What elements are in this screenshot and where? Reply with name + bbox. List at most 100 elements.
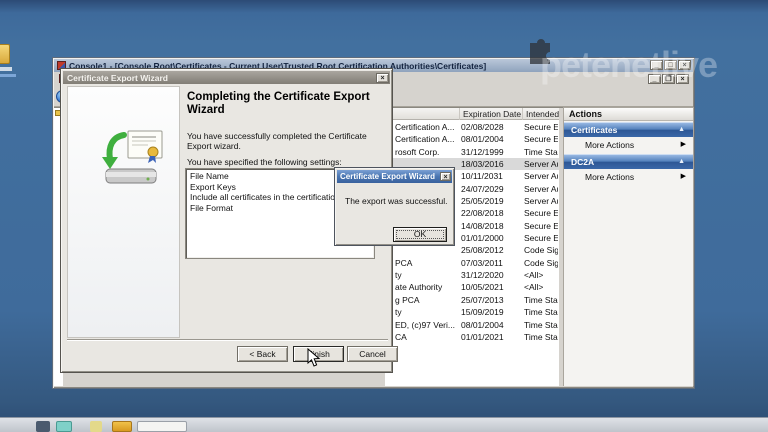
- cell-issued-by: ty: [395, 307, 459, 317]
- certificate-export-graphic-icon: [98, 129, 168, 189]
- table-row[interactable]: CA01/01/2021Time Star: [385, 331, 559, 343]
- cell-intended-purpose: Code Sigr: [524, 258, 558, 268]
- table-row[interactable]: ate Authority10/05/2021<All>: [385, 281, 559, 293]
- cell-issued-by: rosoft Corp.: [395, 147, 459, 157]
- cell-intended-purpose: Server Au: [524, 171, 558, 181]
- table-row[interactable]: PCA07/03/2011Code Sigr: [385, 257, 559, 269]
- cell-expiration-date: 24/07/2029: [461, 184, 521, 194]
- actions-pane: Actions Certificates ▲ More Actions ▶ DC…: [563, 107, 694, 386]
- cell-issued-by: ate Authority: [395, 282, 459, 292]
- wizard-titlebar[interactable]: Certificate Export Wizard ×: [63, 71, 390, 84]
- child-close-icon[interactable]: ×: [676, 74, 689, 84]
- cell-intended-purpose: Secure Er: [524, 122, 558, 132]
- cell-expiration-date: 08/01/2004: [461, 320, 521, 330]
- collapse-icon[interactable]: ▲: [678, 158, 685, 165]
- cell-issued-by: ED, (c)97 Veri...: [395, 320, 459, 330]
- more-actions-label: More Actions: [585, 172, 634, 182]
- back-button[interactable]: < Back: [237, 346, 288, 362]
- cell-expiration-date: 01/01/2000: [461, 233, 521, 243]
- table-row[interactable]: rosoft Corp.31/12/1999Time Star: [385, 146, 559, 158]
- cell-intended-purpose: Server Au: [524, 159, 558, 169]
- table-row[interactable]: ty15/09/2019Time Star: [385, 306, 559, 318]
- cell-issued-by: g PCA: [395, 295, 459, 305]
- cell-expiration-date: 10/05/2021: [461, 282, 521, 292]
- column-expiration-date[interactable]: Expiration Date: [461, 108, 523, 120]
- cell-intended-purpose: Time Star: [524, 147, 558, 157]
- cell-intended-purpose: Time Star: [524, 307, 558, 317]
- cell-intended-purpose: Server Au: [524, 184, 558, 194]
- child-restore-icon[interactable]: ❐: [662, 74, 675, 84]
- submenu-arrow-icon: ▶: [681, 172, 686, 180]
- more-actions-label: More Actions: [585, 140, 634, 150]
- wizard-settings-caption: You have specified the following setting…: [187, 157, 387, 167]
- taskbar-start-icon[interactable]: [36, 421, 50, 432]
- column-intended[interactable]: Intended: [524, 108, 559, 120]
- cell-expiration-date: 22/08/2018: [461, 208, 521, 218]
- table-row[interactable]: g PCA25/07/2013Time Star: [385, 294, 559, 306]
- desktop-shortcut-label: [0, 67, 12, 71]
- cell-expiration-date: 14/08/2018: [461, 221, 521, 231]
- taskbar-window-button[interactable]: [137, 421, 187, 432]
- cell-expiration-date: 01/01/2021: [461, 332, 521, 342]
- wizard-heading: Completing the Certificate Export Wizard: [187, 91, 397, 117]
- taskbar-app-icon[interactable]: [90, 421, 102, 432]
- cell-intended-purpose: Time Star: [524, 320, 558, 330]
- list-header-row: Expiration Date Intended: [385, 108, 559, 120]
- cell-issued-by: ty: [395, 270, 459, 280]
- cell-expiration-date: 25/05/2019: [461, 196, 521, 206]
- export-success-dialog: Certificate Export Wizard × The export w…: [334, 167, 455, 246]
- taskbar[interactable]: [0, 417, 768, 432]
- msgbox-titlebar[interactable]: Certificate Export Wizard ×: [337, 170, 452, 183]
- finish-button[interactable]: Finish: [293, 346, 344, 362]
- cell-expiration-date: 10/11/2031: [461, 171, 521, 181]
- ok-button[interactable]: OK: [393, 227, 447, 242]
- minimize-icon[interactable]: _: [650, 60, 663, 70]
- actions-section-certificates[interactable]: Certificates ▲: [564, 122, 693, 137]
- cell-expiration-date: 15/09/2019: [461, 307, 521, 317]
- taskbar-app-icon[interactable]: [56, 421, 72, 432]
- wizard-body-text: You have successfully completed the Cert…: [187, 131, 387, 151]
- cell-intended-purpose: <All>: [524, 270, 558, 280]
- cell-expiration-date: 25/08/2012: [461, 245, 521, 255]
- close-icon[interactable]: ×: [678, 60, 691, 70]
- taskbar-app-icon[interactable]: [112, 421, 132, 432]
- close-icon[interactable]: ×: [440, 172, 451, 181]
- actions-section-certificates-label: Certificates: [571, 125, 617, 135]
- maximize-icon[interactable]: □: [664, 60, 677, 70]
- separator: [67, 339, 388, 341]
- actions-section-dc2a-label: DC2A: [571, 157, 594, 167]
- cell-intended-purpose: Secure Er: [524, 134, 558, 144]
- cell-expiration-date: 08/01/2004: [461, 134, 521, 144]
- collapse-icon[interactable]: ▲: [678, 126, 685, 133]
- cell-intended-purpose: Time Star: [524, 295, 558, 305]
- more-actions-dc2a[interactable]: More Actions ▶: [564, 169, 693, 185]
- table-row[interactable]: Certification A...02/08/2028Secure Er: [385, 121, 559, 133]
- msgbox-title: Certificate Export Wizard: [337, 172, 440, 181]
- cell-expiration-date: 25/07/2013: [461, 295, 521, 305]
- cell-issued-by: Certification A...: [395, 134, 459, 144]
- cell-intended-purpose: Time Star: [524, 332, 558, 342]
- certificate-list: Expiration Date Intended Certification A…: [385, 107, 559, 386]
- cell-expiration-date: 07/03/2011: [461, 258, 521, 268]
- actions-section-dc2a[interactable]: DC2A ▲: [564, 154, 693, 169]
- msgbox-message: The export was successful.: [345, 196, 450, 206]
- desktop-shortcut-sublabel: [0, 74, 16, 77]
- table-row[interactable]: ED, (c)97 Veri...08/01/2004Time Star: [385, 319, 559, 331]
- submenu-arrow-icon: ▶: [681, 140, 686, 148]
- desktop-shortcut-icon[interactable]: [0, 44, 10, 64]
- more-actions-certificates[interactable]: More Actions ▶: [564, 137, 693, 153]
- wizard-side-panel: [67, 86, 180, 338]
- cell-issued-by: CA: [395, 332, 459, 342]
- table-row[interactable]: 25/08/2012Code Sigr: [385, 244, 559, 256]
- cell-expiration-date: 31/12/2020: [461, 270, 521, 280]
- table-row[interactable]: ty31/12/2020<All>: [385, 269, 559, 281]
- close-icon[interactable]: ×: [376, 73, 389, 83]
- cell-expiration-date: 31/12/1999: [461, 147, 521, 157]
- cell-issued-by: Certification A...: [395, 122, 459, 132]
- cancel-button[interactable]: Cancel: [347, 346, 398, 362]
- cell-issued-by: PCA: [395, 258, 459, 268]
- table-row[interactable]: Certification A...08/01/2004Secure Er: [385, 133, 559, 145]
- cell-expiration-date: 18/03/2016: [461, 159, 521, 169]
- child-minimize-icon[interactable]: _: [648, 74, 661, 84]
- cell-intended-purpose: Secure Er: [524, 208, 558, 218]
